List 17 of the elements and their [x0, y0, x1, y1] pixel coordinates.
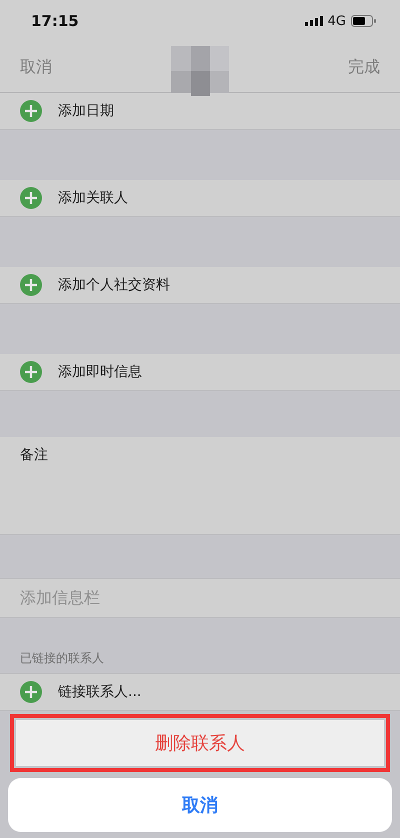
add-row-label[interactable]: 添加个人社交资料 — [58, 276, 170, 294]
notes-label: 备注 — [20, 446, 48, 464]
cancel-button[interactable]: 取消 — [8, 778, 392, 832]
network-label: 4G — [328, 14, 346, 28]
add-icon[interactable] — [20, 187, 42, 209]
section-header: 已链接的联系人 — [20, 650, 104, 667]
add-icon[interactable] — [20, 361, 42, 383]
add-icon[interactable] — [20, 100, 42, 122]
add-row-label[interactable]: 添加日期 — [58, 102, 114, 120]
add-row-label[interactable]: 添加关联人 — [58, 189, 128, 207]
add-icon[interactable] — [20, 274, 42, 296]
battery-icon — [351, 15, 376, 27]
status-time: 17:15 — [31, 12, 79, 30]
add-icon[interactable] — [20, 681, 42, 703]
add-row-label[interactable]: 链接联系人... — [58, 683, 142, 701]
signal-icon — [304, 16, 323, 26]
add-row-label[interactable]: 添加即时信息 — [58, 363, 142, 381]
